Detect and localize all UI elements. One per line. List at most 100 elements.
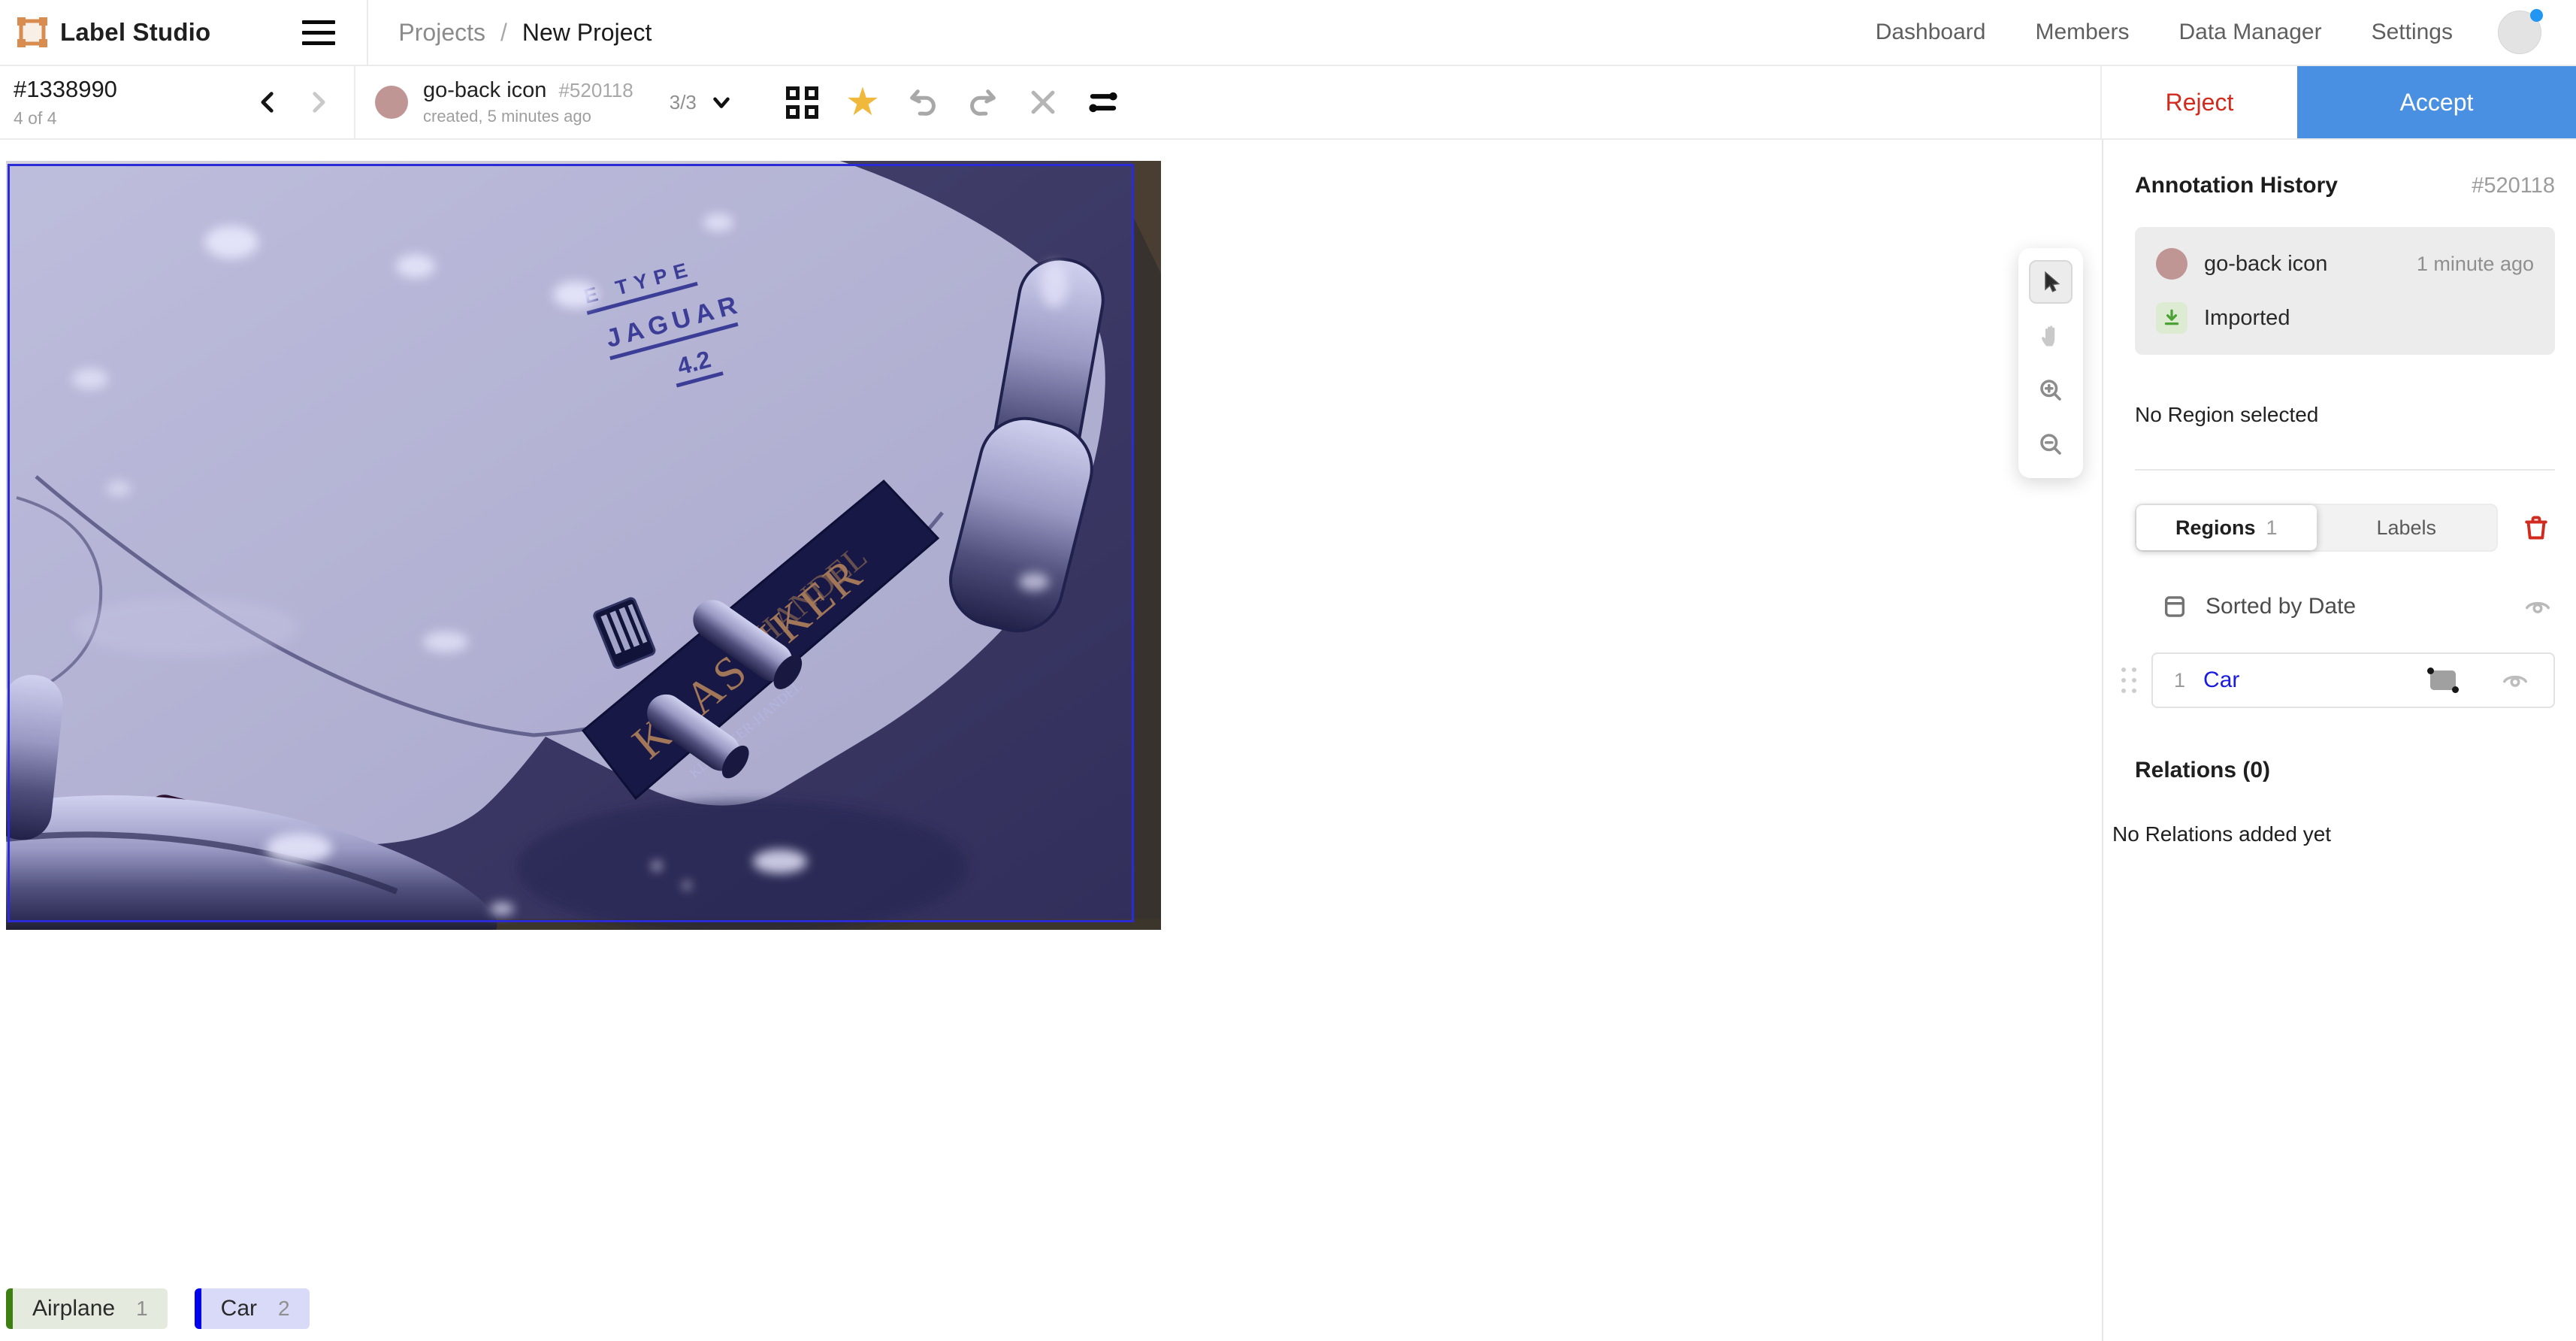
panel-annotation-id: #520118 <box>2472 174 2555 198</box>
history-row-imported: Imported <box>2156 302 2534 334</box>
tool-palette <box>2018 248 2083 478</box>
ground-truth-star-icon[interactable]: ★ <box>842 82 883 123</box>
region-card-car[interactable]: 1 Car <box>2151 652 2555 708</box>
region-index: 1 <box>2174 669 2185 692</box>
label-name: Car <box>221 1296 257 1321</box>
sort-label: Sorted by Date <box>2206 594 2356 619</box>
eye-icon <box>2501 666 2529 695</box>
label-studio-logo-icon <box>17 17 48 48</box>
label-chip-airplane[interactable]: Airplane 1 <box>6 1288 168 1329</box>
nav-members[interactable]: Members <box>2035 20 2129 45</box>
toggle-region-visibility-button[interactable] <box>2498 663 2532 698</box>
delete-all-regions-button[interactable] <box>2517 509 2555 546</box>
top-navigation: Dashboard Members Data Manager Settings <box>1876 11 2576 54</box>
tab-regions-count: 1 <box>2266 516 2277 540</box>
sort-order-icon <box>2162 594 2187 619</box>
annotation-index: 3/3 <box>670 91 697 114</box>
zoom-out-tool[interactable] <box>2029 422 2073 466</box>
pan-tool[interactable] <box>2029 314 2073 358</box>
tab-regions-label: Regions <box>2175 516 2256 540</box>
annotation-meta: go-back icon #520118 created, 5 minutes … <box>423 78 633 126</box>
cursor-icon <box>2038 269 2064 295</box>
notification-dot <box>2530 9 2543 22</box>
tab-labels[interactable]: Labels <box>2317 505 2497 550</box>
history-user-avatar <box>2156 248 2187 280</box>
breadcrumb-projects[interactable]: Projects <box>398 19 485 47</box>
regions-labels-switch-row: Regions 1 Labels <box>2135 504 2555 552</box>
no-region-selected-text: No Region selected <box>2135 403 2555 427</box>
undo-icon[interactable] <box>903 82 943 123</box>
breadcrumb: Projects / New Project <box>398 19 652 47</box>
label-name: Airplane <box>32 1296 115 1321</box>
move-select-tool[interactable] <box>2029 260 2073 304</box>
region-sort-row[interactable]: Sorted by Date <box>2135 589 2555 624</box>
history-imported-label: Imported <box>2204 306 2290 331</box>
side-panel: Annotation History #520118 go-back icon … <box>2102 140 2576 1341</box>
label-hotkey: 1 <box>136 1297 148 1321</box>
annotation-actions: ★ <box>782 66 1123 138</box>
grid-icon-glyph <box>786 86 818 119</box>
breadcrumb-current[interactable]: New Project <box>522 19 652 47</box>
nav-dashboard[interactable]: Dashboard <box>1876 20 1986 45</box>
trash-icon <box>2523 514 2550 541</box>
regions-labels-segmented-control: Regions 1 Labels <box>2135 504 2498 552</box>
imported-download-icon <box>2156 302 2187 334</box>
history-user-name: go-back icon <box>2204 252 2327 277</box>
toggle-all-regions-visibility-button[interactable] <box>2520 589 2555 624</box>
reject-button[interactable]: Reject <box>2100 66 2297 138</box>
settings-sliders-icon[interactable] <box>1083 82 1123 123</box>
zoom-in-tool[interactable] <box>2029 368 2073 412</box>
panel-divider <box>2135 469 2555 471</box>
user-avatar[interactable] <box>2498 11 2541 54</box>
toolbar-spacer <box>1123 66 2100 138</box>
task-id: #1338990 <box>14 76 255 103</box>
region-list-item-car: 1 Car <box>2135 652 2555 708</box>
annotation-created: created, 5 minutes ago <box>423 107 633 126</box>
annotation-id: #520118 <box>558 79 633 102</box>
label-chip-car[interactable]: Car 2 <box>195 1288 310 1329</box>
relations-empty-text: No Relations added yet <box>2112 822 2555 846</box>
nav-settings[interactable]: Settings <box>2372 20 2453 45</box>
star-icon: ★ <box>845 83 881 122</box>
eye-icon <box>2523 592 2552 621</box>
drag-handle-icon[interactable] <box>2121 667 2136 693</box>
accept-button[interactable]: Accept <box>2297 66 2576 138</box>
annotation-name: go-back icon <box>423 78 546 103</box>
annotation-selector[interactable]: go-back icon #520118 created, 5 minutes … <box>355 66 734 138</box>
prev-task-button[interactable] <box>255 89 282 116</box>
annotation-canvas[interactable]: E TYPE JAGUAR 4.2 HANDEL KLASSIKER KLASS… <box>0 140 2102 1341</box>
brand-name: Label Studio <box>60 18 210 47</box>
label-hotkey: 2 <box>278 1297 290 1321</box>
task-block: #1338990 4 of 4 <box>0 66 355 138</box>
redo-icon[interactable] <box>963 82 1003 123</box>
region-label-car: Car <box>2203 667 2239 693</box>
hamburger-menu-icon[interactable] <box>302 16 335 49</box>
tab-regions[interactable]: Regions 1 <box>2136 505 2317 550</box>
label-legend: Airplane 1 Car 2 <box>6 1288 310 1329</box>
history-timestamp: 1 minute ago <box>2417 253 2534 276</box>
next-task-button[interactable] <box>304 89 331 116</box>
annotation-dropdown-caret-icon[interactable] <box>709 89 734 115</box>
nav-data-manager[interactable]: Data Manager <box>2178 20 2321 45</box>
task-nav-arrows <box>255 89 354 116</box>
header-divider <box>367 0 368 65</box>
annotation-toolbar: #1338990 4 of 4 go-back icon #520118 cre… <box>0 66 2576 140</box>
car-region-bounding-box[interactable] <box>8 164 1134 922</box>
task-progress: 4 of 4 <box>14 108 255 129</box>
history-card[interactable]: go-back icon 1 minute ago Imported <box>2135 227 2555 355</box>
reset-icon[interactable] <box>1023 82 1063 123</box>
zoom-in-icon <box>2037 377 2064 404</box>
app-header: Label Studio Projects / New Project Dash… <box>0 0 2576 66</box>
history-row-user: go-back icon 1 minute ago <box>2156 248 2534 280</box>
annotator-avatar <box>375 86 408 119</box>
main-area: E TYPE JAGUAR 4.2 HANDEL KLASSIKER KLASS… <box>0 140 2576 1341</box>
task-image-car-photo[interactable]: E TYPE JAGUAR 4.2 HANDEL KLASSIKER KLASS… <box>6 161 1161 930</box>
breadcrumb-separator: / <box>500 19 507 47</box>
hand-icon <box>2037 322 2064 350</box>
task-meta: #1338990 4 of 4 <box>14 76 255 129</box>
brand: Label Studio <box>17 17 210 48</box>
zoom-out-icon <box>2037 431 2064 458</box>
grid-view-icon[interactable] <box>782 82 823 123</box>
tab-labels-label: Labels <box>2376 516 2436 540</box>
annotation-history-title: Annotation History <box>2135 173 2338 198</box>
